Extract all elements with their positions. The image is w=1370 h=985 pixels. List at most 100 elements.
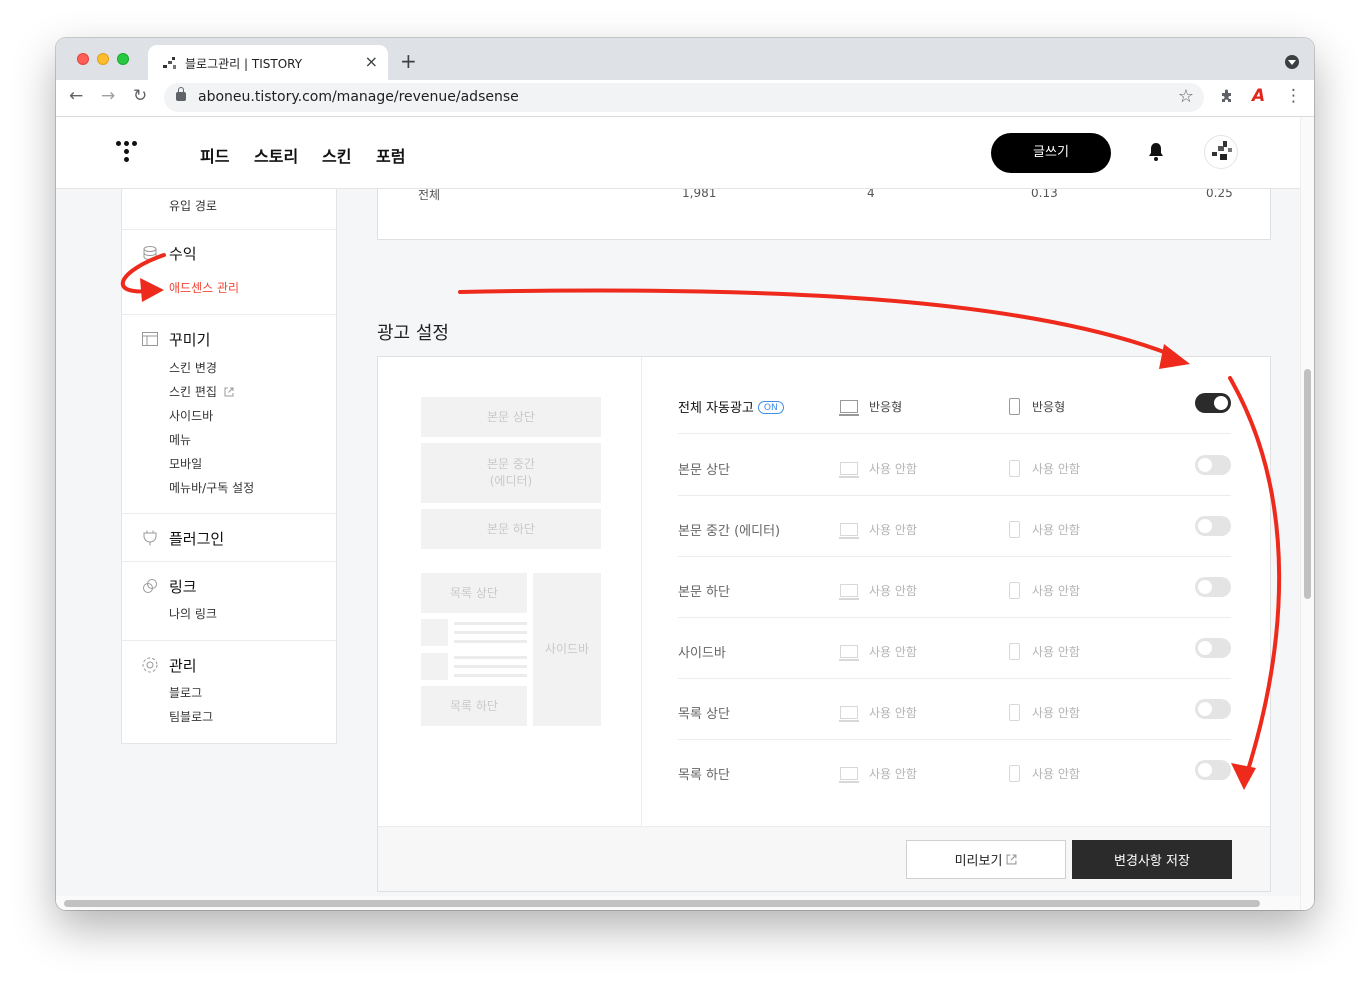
tab-search-icon[interactable]	[1285, 55, 1299, 69]
sidebar-title-plugin[interactable]: 플러그인	[169, 528, 224, 549]
mobile-ad-type[interactable]: 사용 안함	[1032, 521, 1080, 538]
sidebar-section-link: 링크 나의 링크	[122, 562, 336, 641]
mobile-ad-type[interactable]: 사용 안함	[1032, 643, 1080, 660]
on-badge: ON	[757, 401, 784, 414]
desktop-icon	[839, 767, 859, 783]
tab-close-icon[interactable]: ×	[365, 52, 378, 71]
url-text[interactable]: aboneu.tistory.com/manage/revenue/adsens…	[198, 89, 519, 105]
auto-ad-toggle[interactable]	[1195, 393, 1231, 413]
desktop-icon	[839, 400, 859, 416]
pc-ad-type[interactable]: 사용 안함	[869, 582, 917, 599]
list-bottom-ad-toggle[interactable]	[1195, 760, 1231, 780]
mobile-ad-type[interactable]: 사용 안함	[1032, 765, 1080, 782]
sidebar-item-menu[interactable]: 메뉴	[169, 431, 191, 448]
preview-button-label: 미리보기	[954, 854, 1003, 869]
vertical-scroll-thumb[interactable]	[1304, 369, 1311, 599]
nav-feed[interactable]: 피드	[200, 143, 229, 167]
ad-settings-title: 광고 설정	[377, 323, 449, 344]
pc-ad-type[interactable]: 사용 안함	[869, 460, 917, 477]
ad-row-label: 사이드바	[678, 646, 726, 661]
sidebar-section-plugin: 플러그인	[122, 514, 336, 562]
mobile-ad-type[interactable]: 사용 안함	[1032, 460, 1080, 477]
pc-ad-type[interactable]: 반응형	[869, 398, 902, 415]
sidebar-item-blog[interactable]: 블로그	[169, 684, 202, 701]
list-top-ad-toggle[interactable]	[1195, 699, 1231, 719]
diagram-body-middle: 본문 중간 (에디터)	[421, 443, 601, 503]
sidebar-title-revenue[interactable]: 수익	[169, 243, 197, 264]
horizontal-scrollbar[interactable]	[56, 896, 1300, 910]
back-button[interactable]: ←	[69, 86, 83, 106]
toggle-knob	[1198, 580, 1212, 594]
extensions-puzzle-icon[interactable]	[1219, 88, 1235, 104]
mobile-icon	[1009, 704, 1020, 721]
sidebar-item-sidebar[interactable]: 사이드바	[169, 407, 213, 424]
nav-story[interactable]: 스토리	[254, 143, 298, 167]
bookmark-star-icon[interactable]: ☆	[1178, 86, 1194, 107]
sidebar-section-revenue: 수익 애드센스 관리	[122, 230, 336, 315]
sidebar-title-manage[interactable]: 관리	[169, 655, 197, 676]
horizontal-scroll-thumb[interactable]	[64, 900, 1260, 907]
mobile-ad-type[interactable]: 사용 안함	[1032, 582, 1080, 599]
acrobat-extension-icon[interactable]: A	[1252, 86, 1265, 106]
sidebar-title-decorate[interactable]: 꾸미기	[169, 329, 210, 350]
ad-row-body-top: 본문 상단 사용 안함 사용 안함	[678, 435, 1231, 496]
diagram-list-top: 목록 상단	[421, 573, 527, 613]
sidebar-ad-toggle[interactable]	[1195, 638, 1231, 658]
gear-icon	[142, 657, 158, 673]
mobile-ad-type[interactable]: 반응형	[1032, 398, 1065, 415]
tistory-logo[interactable]	[116, 141, 142, 167]
sidebar-item-menubar[interactable]: 메뉴바/구독 설정	[169, 479, 254, 496]
ad-settings-footer: 미리보기 변경사항 저장	[378, 826, 1270, 891]
pc-ad-type[interactable]: 사용 안함	[869, 704, 917, 721]
browser-menu-icon[interactable]: ⋮	[1285, 86, 1302, 106]
nav-skin[interactable]: 스킨	[322, 143, 351, 167]
sidebar-item-referrer[interactable]: 유입 경로	[169, 197, 217, 214]
pc-ad-type[interactable]: 사용 안함	[869, 765, 917, 782]
close-window-button[interactable]	[77, 53, 89, 65]
ad-row-auto: 전체 자동광고 ON 반응형 반응형	[678, 373, 1231, 434]
diagram-list-thumb	[421, 653, 448, 680]
forward-button[interactable]: →	[101, 86, 115, 106]
notification-bell-icon[interactable]	[1148, 142, 1164, 162]
ad-row-label: 목록 하단	[678, 768, 730, 783]
pc-ad-type[interactable]: 사용 안함	[869, 643, 917, 660]
ad-row-label: 목록 상단	[678, 707, 730, 722]
maximize-window-button[interactable]	[117, 53, 129, 65]
body-top-ad-toggle[interactable]	[1195, 455, 1231, 475]
reload-button[interactable]: ↻	[133, 86, 147, 106]
body-bottom-ad-toggle[interactable]	[1195, 577, 1231, 597]
diagram-body-top: 본문 상단	[421, 397, 601, 437]
ad-position-diagram: 본문 상단 본문 중간 (에디터) 본문 하단 목록 상단 목록 하단 사이드바	[378, 357, 642, 826]
nav-forum[interactable]: 포럼	[376, 143, 405, 167]
preview-button[interactable]: 미리보기	[906, 840, 1066, 879]
sidebar-section-manage: 관리 블로그 팀블로그	[122, 641, 336, 744]
ad-settings-panel: 본문 상단 본문 중간 (에디터) 본문 하단 목록 상단 목록 하단 사이드바	[377, 356, 1271, 892]
sidebar-item-my-link[interactable]: 나의 링크	[169, 605, 217, 622]
browser-tab[interactable]: 블로그관리 | TISTORY ×	[148, 45, 388, 80]
sidebar-item-skin-edit[interactable]: 스킨 편집	[169, 383, 234, 400]
diagram-list-bottom: 목록 하단	[421, 686, 527, 726]
diagram-list-line	[454, 674, 527, 677]
browser-toolbar: ← → ↻ aboneu.tistory.com/manage/revenue/…	[56, 80, 1314, 117]
new-tab-button[interactable]: +	[400, 49, 417, 73]
external-link-icon	[1006, 854, 1017, 865]
sidebar-item-mobile[interactable]: 모바일	[169, 455, 202, 472]
sidebar-title-link[interactable]: 링크	[169, 576, 197, 597]
body-middle-ad-toggle[interactable]	[1195, 516, 1231, 536]
profile-avatar[interactable]	[1204, 135, 1238, 169]
sidebar-item-skin-change[interactable]: 스킨 변경	[169, 359, 217, 376]
toggle-knob	[1198, 763, 1212, 777]
save-changes-button[interactable]: 변경사항 저장	[1072, 840, 1232, 879]
sidebar-item-adsense[interactable]: 애드센스 관리	[169, 279, 239, 296]
mobile-ad-type[interactable]: 사용 안함	[1032, 704, 1080, 721]
vertical-scrollbar[interactable]	[1300, 117, 1314, 910]
external-link-icon	[224, 387, 234, 397]
write-post-button[interactable]: 글쓰기	[991, 133, 1111, 173]
diagram-list-thumb	[421, 619, 448, 646]
toggle-knob	[1198, 641, 1212, 655]
pc-ad-type[interactable]: 사용 안함	[869, 521, 917, 538]
desktop-icon	[839, 706, 859, 722]
address-bar[interactable]: aboneu.tistory.com/manage/revenue/adsens…	[164, 83, 1204, 112]
sidebar-item-team-blog[interactable]: 팀블로그	[169, 708, 213, 725]
minimize-window-button[interactable]	[97, 53, 109, 65]
